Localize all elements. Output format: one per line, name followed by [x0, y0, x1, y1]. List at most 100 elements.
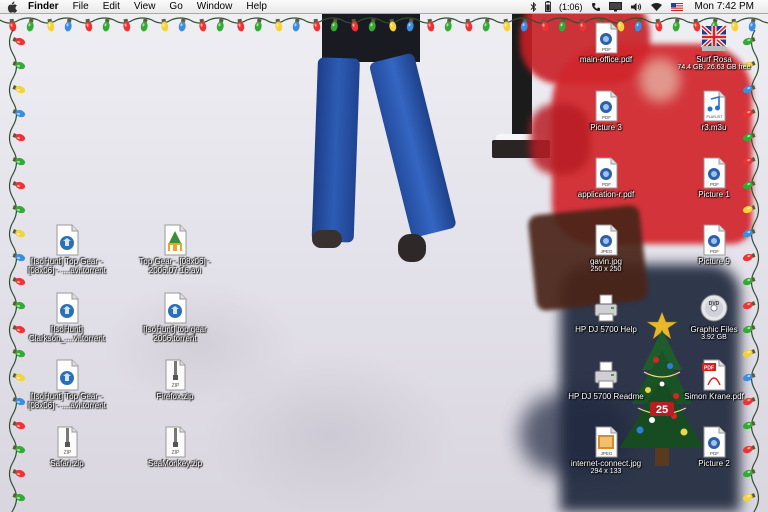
svg-text:ZIP: ZIP: [172, 450, 180, 456]
torrent-icon: [56, 292, 79, 324]
zip-icon: ZIP: [57, 426, 78, 458]
wallpaper-jeans-right: [368, 52, 457, 239]
svg-text:PDF: PDF: [710, 182, 719, 187]
display-icon[interactable]: [605, 0, 626, 14]
desktop-icon[interactable]: PDF main-office.pdf: [557, 22, 655, 64]
menu-bar: Finder File Edit View Go Window Help (1:…: [0, 0, 768, 14]
svg-text:JPEG: JPEG: [601, 249, 613, 254]
desktop-icon[interactable]: PDF application-r.pdf: [557, 157, 655, 199]
icon-label: [IsoHunt] Top Gear - [08x06] - ....avi.t…: [28, 392, 106, 410]
desktop-icon[interactable]: PDF Simon Krane.pdf: [665, 359, 763, 401]
playlist-icon: PLAYLIST: [703, 90, 726, 122]
svg-text:JPEG: JPEG: [601, 451, 613, 456]
pdf-icon: PDF: [703, 224, 726, 256]
icon-label: Surf Rosa: [696, 55, 732, 64]
torrent-icon: [56, 224, 79, 256]
svg-text:PDF: PDF: [602, 115, 611, 120]
icon-label: Picture 2: [698, 459, 730, 468]
phone-icon[interactable]: [587, 0, 605, 14]
desktop-icon[interactable]: ZIP Safari.zip: [18, 426, 116, 468]
menu-finder[interactable]: Finder: [24, 0, 66, 14]
icon-label: Graphic Files: [690, 325, 738, 334]
desktop-icon[interactable]: Top Gear - [08x06] - 2006.07.16.avi: [126, 224, 224, 275]
desktop-icon[interactable]: ZIP SeaMonkey.zip: [126, 426, 224, 468]
icon-sublabel: 250 x 250: [590, 266, 622, 273]
jpeg-icon: JPEG: [595, 224, 618, 256]
desktop-icon[interactable]: PDF Picture 1: [665, 157, 763, 199]
menu-help[interactable]: Help: [239, 0, 274, 14]
pdf-icon: PDF: [595, 90, 618, 122]
wallpaper-jeans-left: [311, 57, 360, 243]
volume-icon[interactable]: [626, 0, 646, 14]
desktop-icon[interactable]: PDF Picture 2: [665, 426, 763, 468]
pdf-icon: PDF: [595, 157, 618, 189]
icon-label: SeaMonkey.zip: [147, 459, 203, 468]
icon-sublabel: 3.92 GB: [701, 334, 727, 341]
zip-icon: ZIP: [165, 426, 186, 458]
svg-text:ZIP: ZIP: [172, 383, 180, 389]
battery-time[interactable]: (1:06): [555, 0, 587, 14]
icon-sublabel: 74.4 GB, 26.63 GB free: [677, 64, 751, 71]
flag-us-icon[interactable]: [667, 0, 687, 14]
icon-label: Simon Krane.pdf: [684, 392, 744, 401]
icon-sublabel: 294 x 133: [590, 468, 622, 475]
battery-icon[interactable]: [541, 0, 555, 14]
desktop-icon[interactable]: PDF Picture 3: [557, 90, 655, 132]
menu-window[interactable]: Window: [190, 0, 240, 14]
icon-label: HP DJ 5700 Readme: [568, 392, 644, 401]
pdf-icon: PDF: [703, 157, 726, 189]
svg-text:PDF: PDF: [704, 366, 714, 372]
icon-label: main-office.pdf: [579, 55, 633, 64]
desktop-icon[interactable]: [IsoHunt] Top Gear - [08x06] - ....avi.t…: [18, 359, 116, 410]
desktop-icon[interactable]: HP DJ 5700 Readme: [557, 359, 655, 401]
icon-label: application-r.pdf: [577, 190, 635, 199]
desktop-icon[interactable]: HP DJ 5700 Help: [557, 292, 655, 334]
svg-text:PDF: PDF: [602, 182, 611, 187]
bluetooth-icon[interactable]: [526, 0, 541, 14]
zip-icon: ZIP: [165, 359, 186, 391]
wallpaper-shoe-left: [312, 230, 342, 248]
menu-edit[interactable]: Edit: [96, 0, 127, 14]
svg-text:PDF: PDF: [710, 249, 719, 254]
desktop-icon[interactable]: ZIP Firefox.zip: [126, 359, 224, 401]
menu-view[interactable]: View: [127, 0, 163, 14]
pdf-icon: PDF: [595, 22, 618, 54]
icon-label: Top Gear - [08x06] - 2006.07.16.avi: [139, 257, 211, 275]
icon-label: [IsoHunt] top gear 2006.torrent: [143, 325, 207, 343]
torrent-icon: [56, 359, 79, 391]
icon-label: r3.m3u: [701, 123, 727, 132]
icon-label: internet-connect.jpg: [570, 459, 642, 468]
icon-label: Picture 1: [698, 190, 730, 199]
wallpaper-shoe-right: [398, 234, 426, 262]
desktop-icon[interactable]: [IsoHunt] Top Gear - [08x06] - ....avi.t…: [18, 224, 116, 275]
icon-label: Picture 3: [590, 123, 622, 132]
icon-label: [IsoHunt] Top Gear - [08x06] - ....avi.t…: [28, 257, 106, 275]
apple-menu-icon[interactable]: [0, 0, 24, 14]
icon-label: gavin.jpg: [589, 257, 623, 266]
svg-text:PLAYLIST: PLAYLIST: [706, 115, 723, 119]
jpeg-icon: JPEG: [595, 426, 618, 458]
pdf-icon: PDF: [703, 426, 726, 458]
desktop-icon[interactable]: PDF Picture 9: [665, 224, 763, 266]
menu-file[interactable]: File: [66, 0, 96, 14]
menu-extras: (1:06) Mon 7:42 PM: [526, 0, 768, 14]
desktop-icon[interactable]: Surf Rosa 74.4 GB, 26.63 GB free: [665, 22, 763, 72]
pdf-red-icon: PDF: [702, 359, 726, 391]
clock[interactable]: Mon 7:42 PM: [687, 0, 758, 14]
desktop-icon[interactable]: DVD Graphic Files 3.92 GB: [665, 292, 763, 342]
printer-icon: [594, 361, 618, 389]
printer-icon: [594, 294, 618, 322]
icon-label: HP DJ 5700 Help: [575, 325, 637, 334]
icon-label: Safari.zip: [50, 459, 84, 468]
desktop-icon[interactable]: JPEG gavin.jpg 250 x 250: [557, 224, 655, 274]
icon-label: [IsoHunt] Clarkson_....vi.torrent: [28, 325, 106, 343]
desktop-icon[interactable]: [IsoHunt] Clarkson_....vi.torrent: [18, 292, 116, 343]
wifi-icon[interactable]: [646, 0, 667, 14]
desktop-icon[interactable]: JPEG internet-connect.jpg 294 x 133: [557, 426, 655, 476]
desktop-icon[interactable]: PLAYLIST r3.m3u: [665, 90, 763, 132]
desktop-icon[interactable]: [IsoHunt] top gear 2006.torrent: [126, 292, 224, 343]
icon-label: Picture 9: [698, 257, 730, 266]
svg-text:PDF: PDF: [602, 47, 611, 52]
menu-go[interactable]: Go: [162, 0, 189, 14]
icon-label: Firefox.zip: [156, 392, 194, 401]
